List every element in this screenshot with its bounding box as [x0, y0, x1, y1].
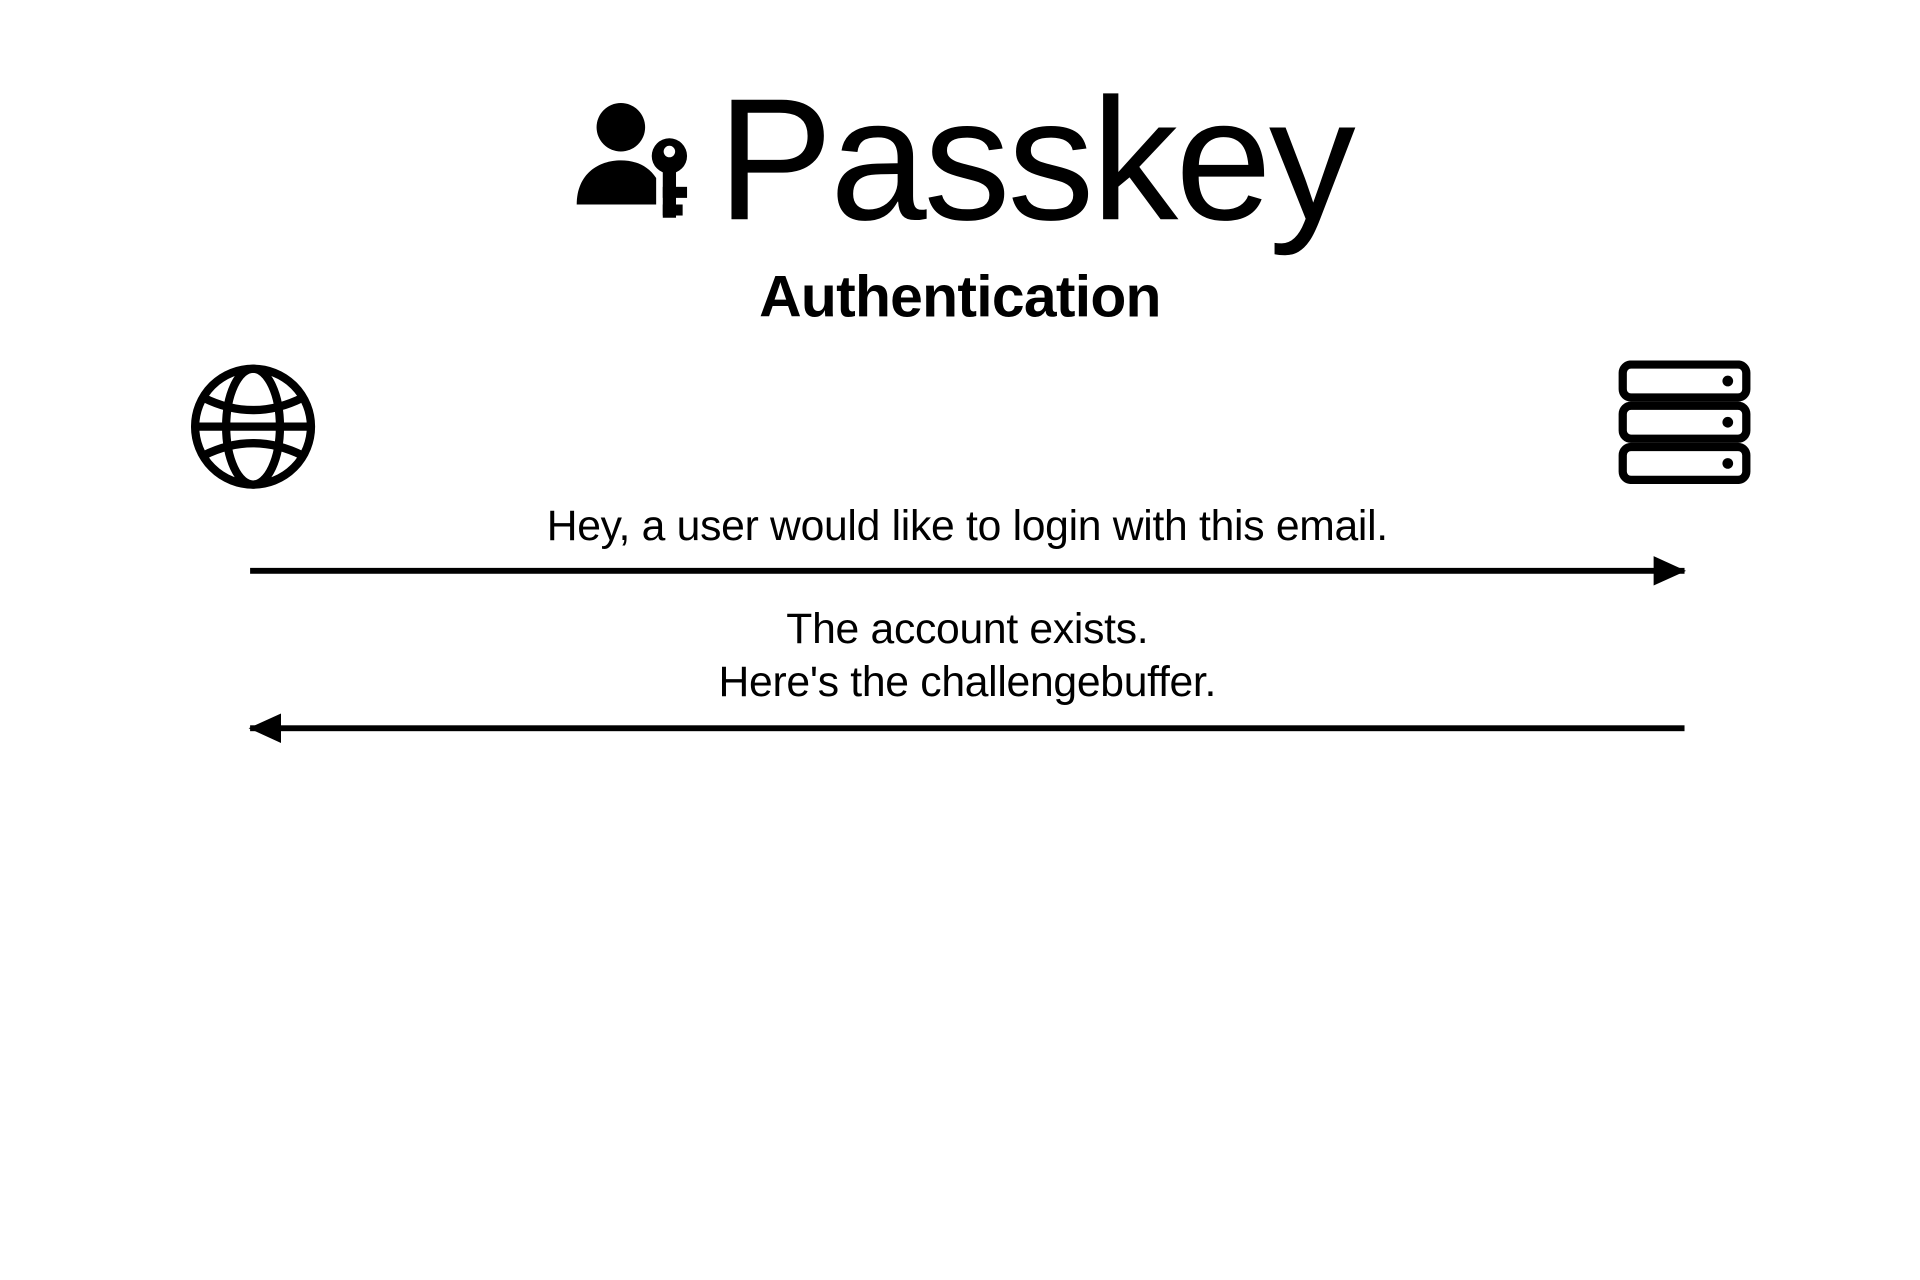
diagram-stage: Passkey Authentication [0, 0, 1920, 1280]
message-1: Hey, a user would like to login with thi… [250, 500, 1684, 574]
title-row: Passkey [0, 74, 1920, 248]
passkey-icon [567, 90, 708, 231]
arrow-left-icon [250, 725, 1684, 731]
server-icon [1618, 465, 1750, 490]
message-1-text: Hey, a user would like to login with thi… [250, 500, 1684, 553]
arrow-right-icon [250, 568, 1684, 574]
client-actor [187, 360, 319, 492]
message-2-text: The account exists. Here's the challenge… [250, 603, 1684, 710]
page-title: Passkey [717, 74, 1353, 248]
message-2: The account exists. Here's the challenge… [250, 603, 1684, 730]
globe-icon [187, 474, 319, 499]
page-subtitle: Authentication [0, 265, 1920, 331]
server-actor [1618, 360, 1750, 492]
